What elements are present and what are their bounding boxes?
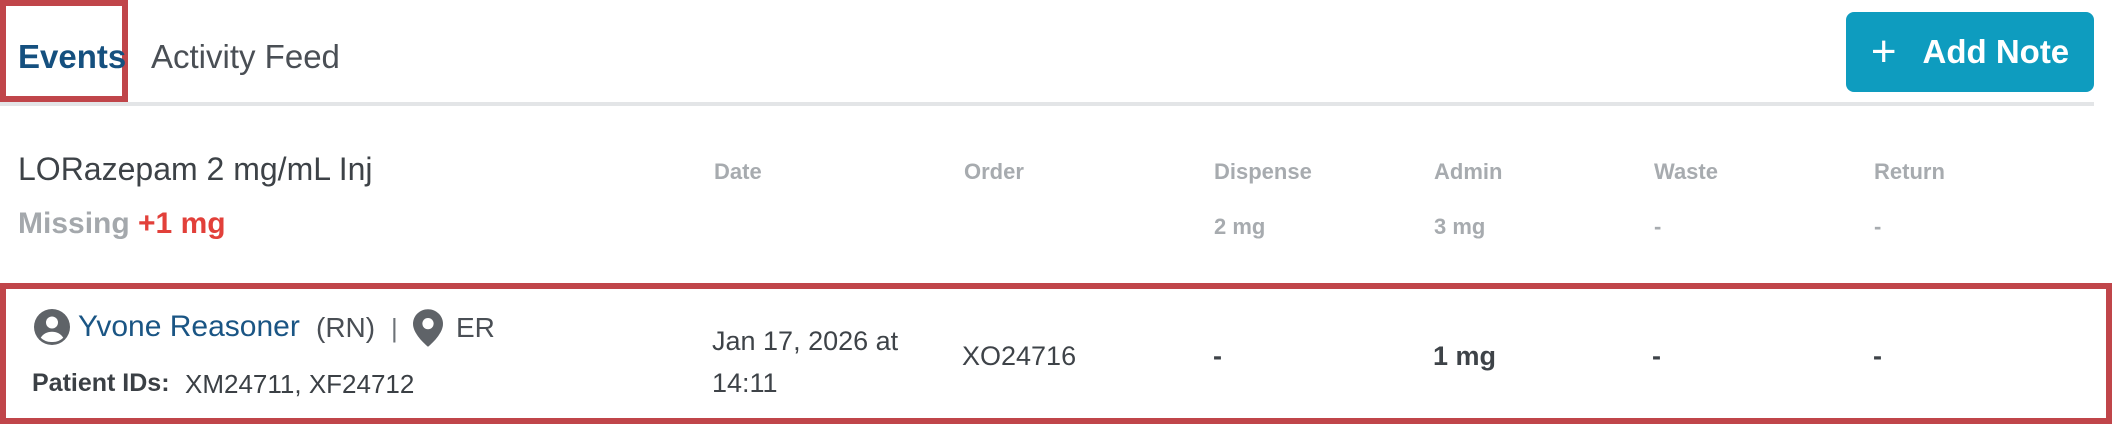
column-header-admin: Admin: [1434, 159, 1503, 184]
patient-ids-value: XM24711, XF24712: [185, 369, 415, 399]
missing-delta: +1 mg: [138, 207, 226, 240]
separator: |: [391, 313, 398, 343]
column-header-dispense: Dispense: [1214, 159, 1312, 184]
drug-name: LORazepam 2 mg/mL Inj: [18, 151, 373, 187]
tab-events[interactable]: Events: [18, 38, 126, 76]
event-return: -: [1873, 341, 1882, 371]
column-header-return: Return: [1874, 159, 1945, 184]
event-order: XO24716: [962, 341, 1077, 371]
total-dispense: 2 mg: [1214, 214, 1266, 239]
column-header-order: Order: [964, 159, 1024, 184]
total-waste: -: [1654, 214, 1662, 239]
event-waste: -: [1652, 341, 1661, 371]
add-note-label: Add Note: [1922, 33, 2070, 70]
column-header-waste: Waste: [1654, 159, 1718, 184]
location-name: ER: [456, 312, 495, 343]
user-name-link[interactable]: Yvone Reasoner: [78, 310, 300, 344]
column-header-date: Date: [714, 159, 762, 184]
patient-ids-label: Patient IDs:: [32, 369, 170, 397]
event-date: Jan 17, 2026 at 14:11: [712, 326, 899, 398]
location-pin-icon: [413, 309, 443, 347]
tabs-divider: [0, 102, 2094, 106]
event-dispense: -: [1213, 341, 1222, 371]
event-admin: 1 mg: [1433, 341, 1497, 371]
total-return: -: [1874, 214, 1882, 239]
user-role: (RN): [316, 312, 376, 343]
add-note-button[interactable]: + Add Note: [1846, 12, 2094, 92]
tab-activity-feed[interactable]: Activity Feed: [151, 38, 340, 76]
total-admin: 3 mg: [1434, 214, 1486, 239]
user-avatar-icon: [34, 309, 70, 345]
missing-label: Missing: [18, 207, 130, 240]
missing-status: Missing +1 mg: [18, 207, 226, 241]
plus-icon: +: [1870, 27, 1897, 76]
